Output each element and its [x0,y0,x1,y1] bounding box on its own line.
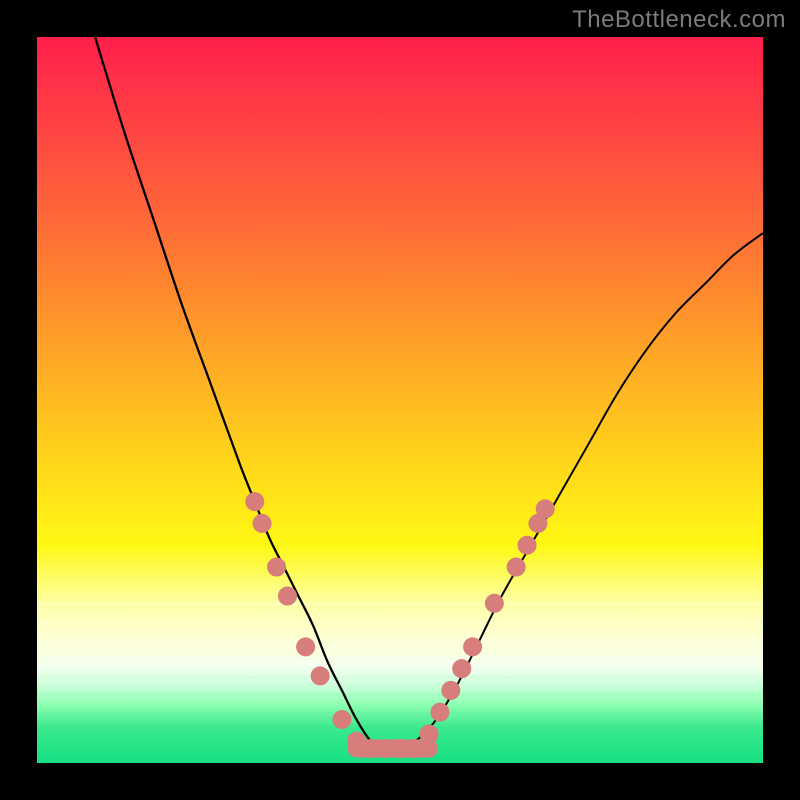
data-marker [278,587,296,605]
data-marker [464,638,482,656]
data-marker [406,739,424,757]
data-marker [311,667,329,685]
watermark-text: TheBottleneck.com [572,6,786,34]
data-marker [246,493,264,511]
data-marker [536,500,554,518]
curve-layer [37,37,763,763]
plot-area [37,37,763,763]
right-curve [385,233,763,748]
data-marker [420,725,438,743]
data-marker [268,558,286,576]
marker-group [246,493,554,758]
data-marker [253,514,271,532]
left-curve [95,37,385,748]
data-marker [297,638,315,656]
data-marker [442,681,460,699]
chart-stage: TheBottleneck.com [0,0,800,800]
data-marker [507,558,525,576]
data-marker [453,660,471,678]
data-marker [333,710,351,728]
data-marker [485,594,503,612]
data-marker [431,703,449,721]
data-marker [518,536,536,554]
